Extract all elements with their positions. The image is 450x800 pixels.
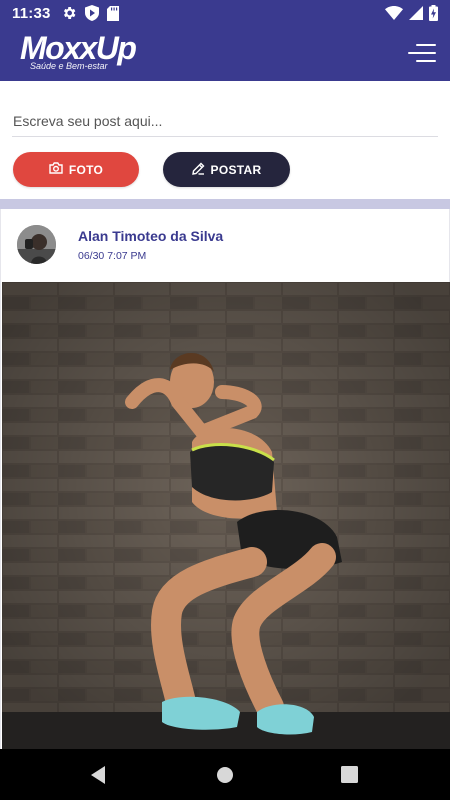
- nav-home-button[interactable]: [216, 766, 234, 789]
- post-button[interactable]: POSTAR: [163, 152, 290, 187]
- back-icon: [89, 766, 107, 789]
- battery-charging-icon: [429, 5, 438, 21]
- app-logo: MoxxUp Saúde e Bem-estar: [20, 30, 137, 71]
- camera-icon: [49, 162, 63, 177]
- post-image[interactable]: [2, 282, 450, 749]
- logo-subtitle: Saúde e Bem-estar: [30, 61, 108, 71]
- post-date: 06/30 7:07 PM: [78, 250, 147, 262]
- avatar[interactable]: [17, 225, 56, 264]
- photo-button-label: FOTO: [68, 162, 104, 177]
- status-left-icons: [61, 5, 119, 21]
- pencil-icon: [191, 162, 205, 178]
- home-icon: [216, 767, 234, 788]
- shield-play-icon: [84, 5, 99, 21]
- menu-button[interactable]: [406, 40, 436, 66]
- post-author-name[interactable]: Alan Timoteo da Silva: [78, 228, 223, 244]
- post-composer: FOTO POSTAR: [0, 81, 450, 199]
- status-time: 11:33: [12, 4, 51, 22]
- sd-card-icon: [106, 5, 119, 21]
- app-bar: MoxxUp Saúde e Bem-estar: [0, 26, 450, 81]
- system-nav-bar: [0, 749, 450, 800]
- post-text-input[interactable]: [12, 105, 438, 137]
- status-right-icons: [385, 5, 438, 21]
- nav-back-button[interactable]: [89, 765, 107, 790]
- feed-post-card: Alan Timoteo da Silva 06/30 7:07 PM: [0, 209, 450, 749]
- section-divider: [0, 199, 450, 209]
- gear-icon: [61, 5, 77, 21]
- nav-recents-button[interactable]: [341, 766, 358, 788]
- photo-button[interactable]: FOTO: [13, 152, 139, 187]
- recents-icon: [341, 766, 358, 787]
- post-button-label: POSTAR: [210, 162, 262, 177]
- status-bar: 11:33: [0, 0, 450, 26]
- wifi-icon: [385, 6, 403, 20]
- signal-icon: [409, 6, 423, 20]
